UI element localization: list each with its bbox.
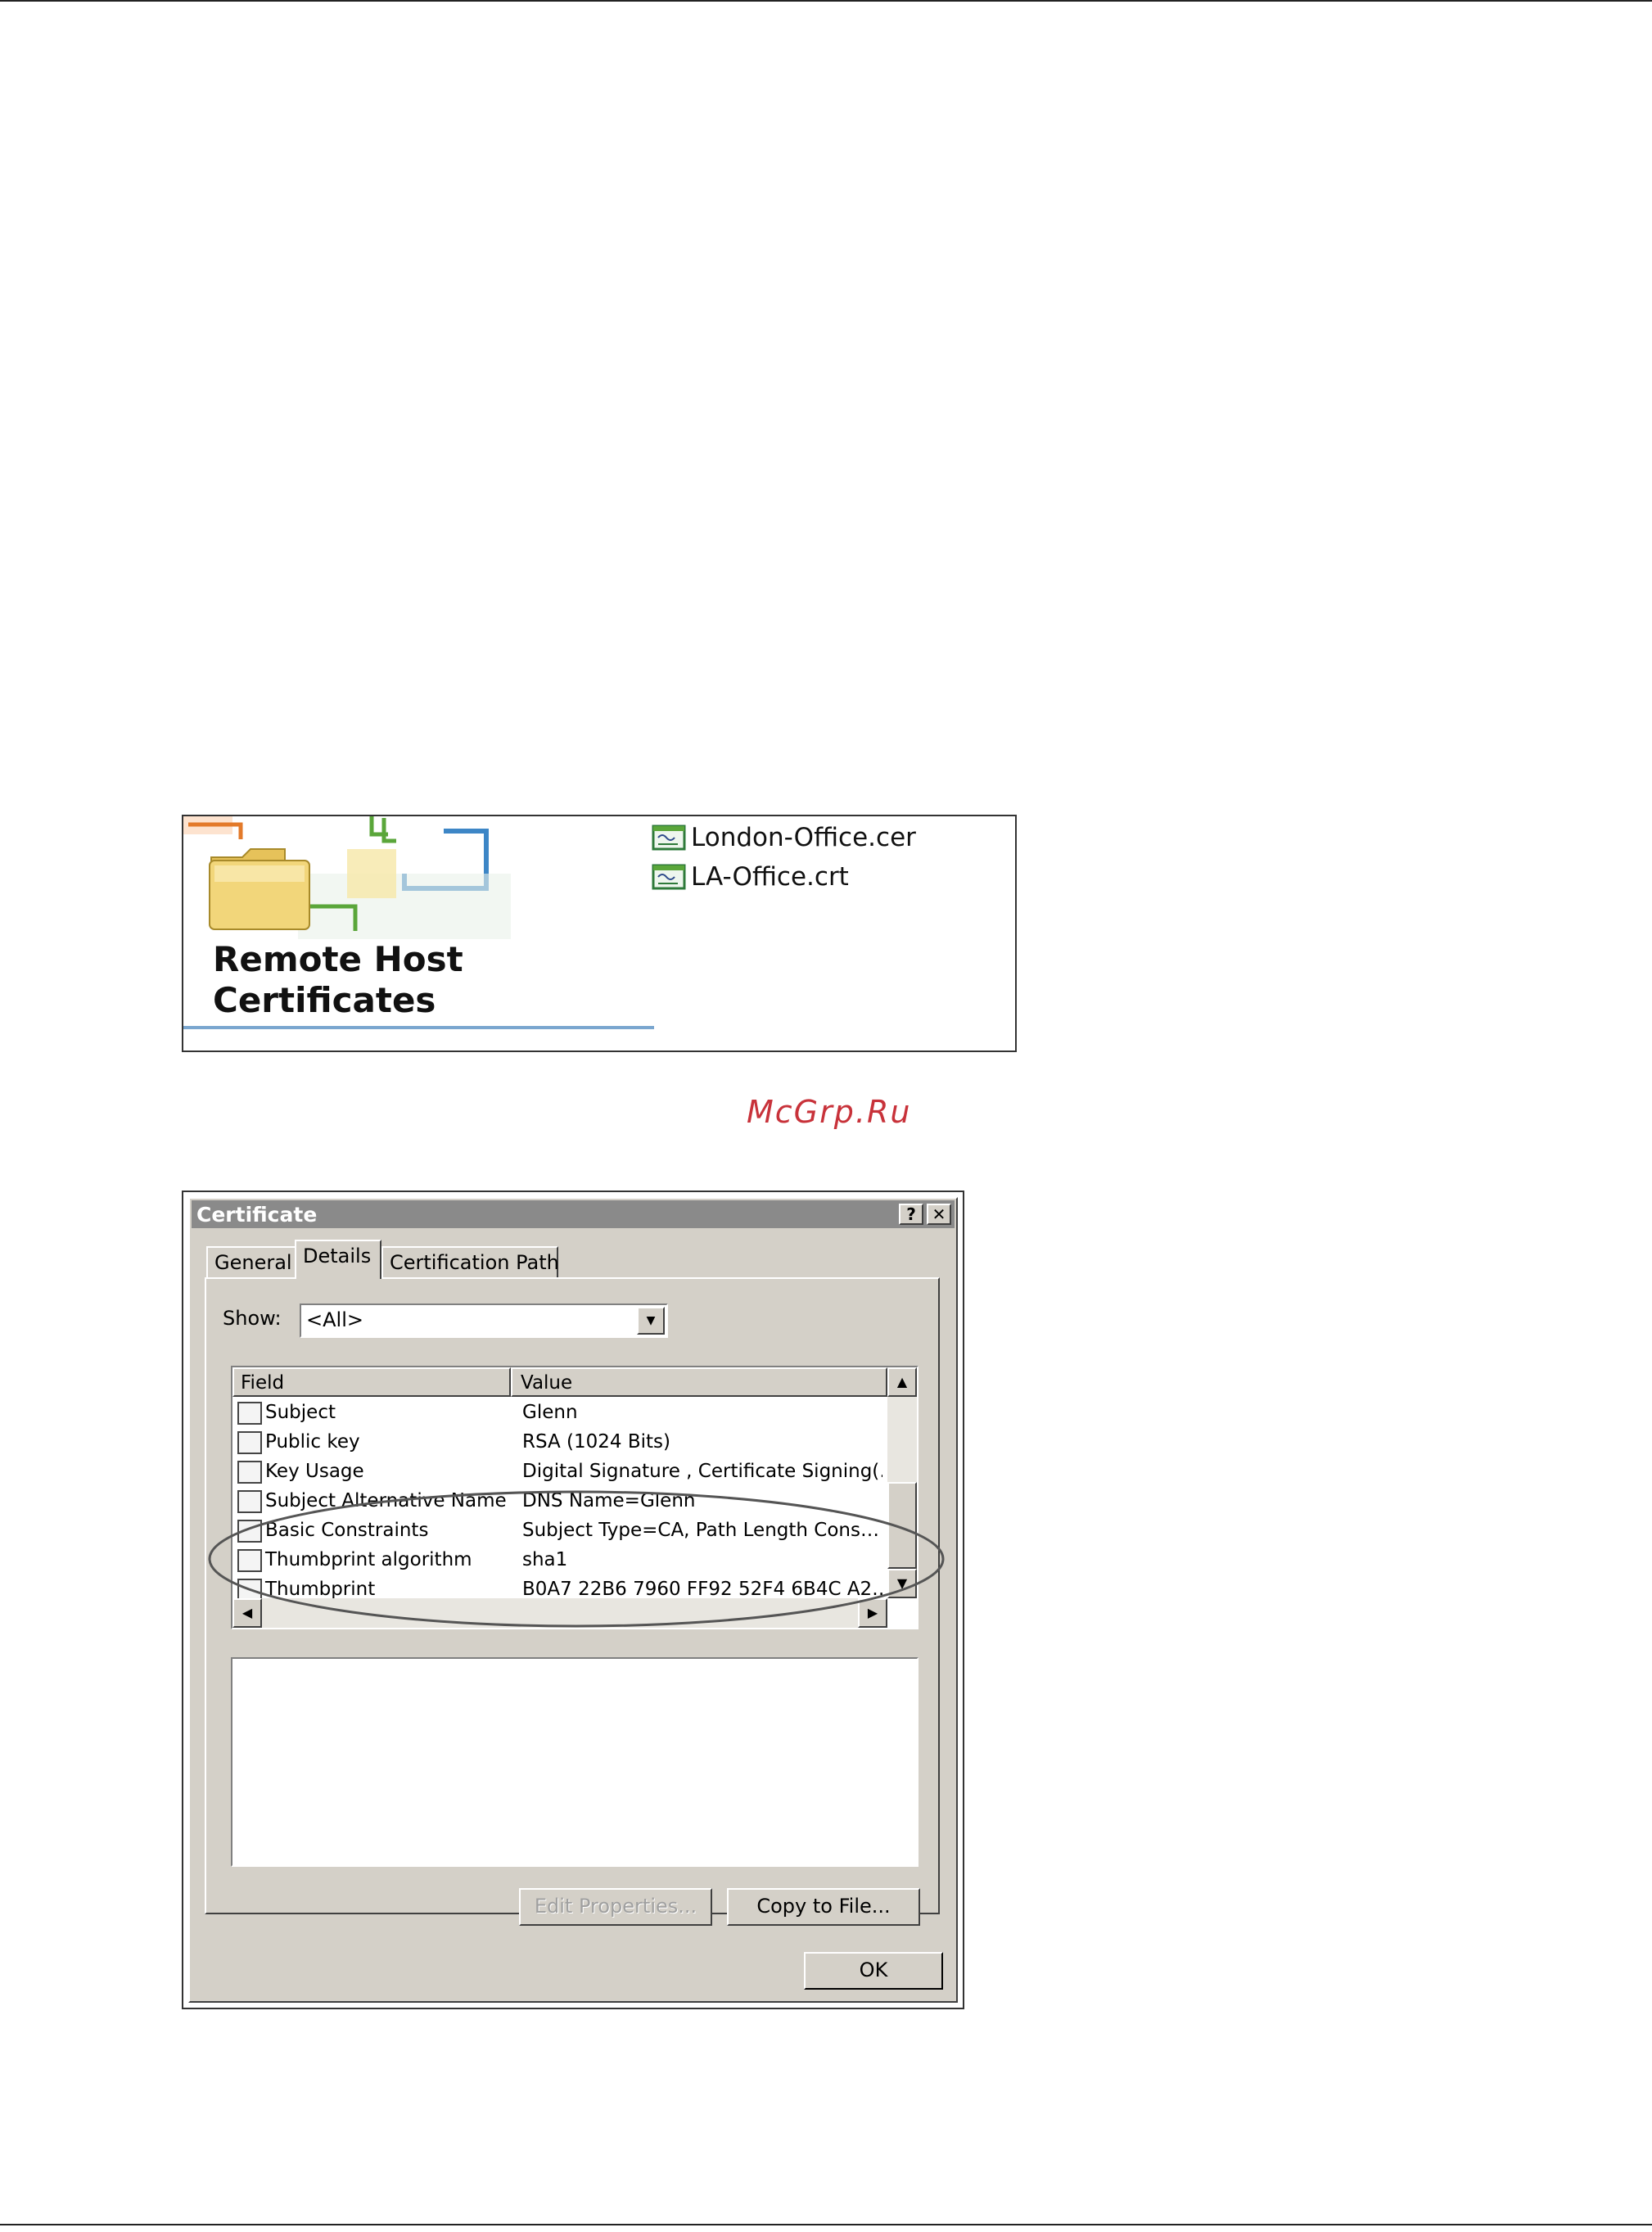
- file-item-london-office[interactable]: London-Office.cer: [652, 820, 916, 856]
- ok-button[interactable]: OK: [804, 1952, 943, 1990]
- dialog-title-bar: Certificate ? ✕: [192, 1200, 955, 1228]
- folder-title: Remote Host Certificates: [213, 939, 463, 1021]
- copy-to-file-button[interactable]: Copy to File...: [727, 1888, 920, 1926]
- field-icon: [237, 1431, 262, 1454]
- folder-icon: [209, 848, 310, 930]
- folder-title-line1: Remote Host: [213, 939, 463, 979]
- list-item[interactable]: Public key RSA (1024 Bits): [232, 1428, 887, 1457]
- tab-details[interactable]: Details: [295, 1240, 381, 1279]
- list-item[interactable]: Subject Alternative Name DNS Name=Glenn: [232, 1487, 887, 1516]
- scroll-right-icon[interactable]: ▶: [858, 1598, 887, 1628]
- remote-host-certificates-figure: Remote Host Certificates London-Office.c…: [182, 815, 1017, 1052]
- critical-extension-icon: [237, 1520, 262, 1543]
- column-header-value[interactable]: Value: [511, 1367, 887, 1397]
- list-item[interactable]: Basic Constraints Subject Type=CA, Path …: [232, 1516, 887, 1546]
- certificate-dialog: Certificate ? ✕ General Details Certific…: [188, 1197, 958, 2003]
- vertical-scrollbar[interactable]: ▲ ▼: [887, 1367, 917, 1598]
- close-button[interactable]: ✕: [927, 1204, 951, 1225]
- column-header-field[interactable]: Field: [232, 1367, 511, 1397]
- watermark: McGrp.Ru: [747, 1094, 912, 1130]
- file-item-la-office[interactable]: LA-Office.crt: [652, 859, 849, 895]
- folder-title-line2: Certificates: [213, 980, 436, 1020]
- edit-properties-button[interactable]: Edit Properties...: [519, 1888, 712, 1926]
- dialog-title: Certificate: [196, 1202, 318, 1227]
- extension-icon: [237, 1490, 262, 1513]
- certificate-file-icon: [652, 825, 686, 851]
- help-button[interactable]: ?: [899, 1204, 923, 1225]
- extension-icon: [237, 1461, 262, 1484]
- show-label: Show:: [223, 1307, 282, 1330]
- scroll-up-icon[interactable]: ▲: [887, 1367, 917, 1397]
- certificate-file-icon: [652, 864, 686, 890]
- field-icon: [237, 1402, 262, 1425]
- list-item[interactable]: Subject Glenn: [232, 1398, 887, 1428]
- scroll-left-icon[interactable]: ◀: [232, 1598, 262, 1628]
- tab-certification-path[interactable]: Certification Path: [381, 1246, 559, 1277]
- scrollbar-thumb[interactable]: [887, 1482, 917, 1569]
- tab-general[interactable]: General: [206, 1246, 296, 1277]
- certificate-fields-list[interactable]: Field Value Subject Glenn Public key RSA…: [208, 1366, 945, 1629]
- show-dropdown-value: <All>: [306, 1308, 363, 1331]
- file-name: London-Office.cer: [691, 823, 916, 852]
- title-underline: [183, 1026, 654, 1029]
- horizontal-scrollbar[interactable]: ◀ ▶: [232, 1598, 887, 1628]
- page-bottom-rule: [0, 2224, 1652, 2225]
- list-item[interactable]: Thumbprint algorithm sha1: [232, 1546, 887, 1575]
- certificate-dialog-figure: Certificate ? ✕ General Details Certific…: [182, 1191, 964, 2009]
- list-item[interactable]: Key Usage Digital Signature , Certificat…: [232, 1457, 887, 1487]
- scroll-down-icon[interactable]: ▼: [887, 1569, 917, 1598]
- file-name: LA-Office.crt: [691, 862, 849, 892]
- property-icon: [237, 1549, 262, 1572]
- chevron-down-icon[interactable]: ▼: [637, 1307, 665, 1335]
- page-top-rule: [0, 0, 1652, 2]
- field-detail-textbox[interactable]: [231, 1657, 919, 1867]
- show-dropdown[interactable]: <All> ▼: [300, 1304, 668, 1338]
